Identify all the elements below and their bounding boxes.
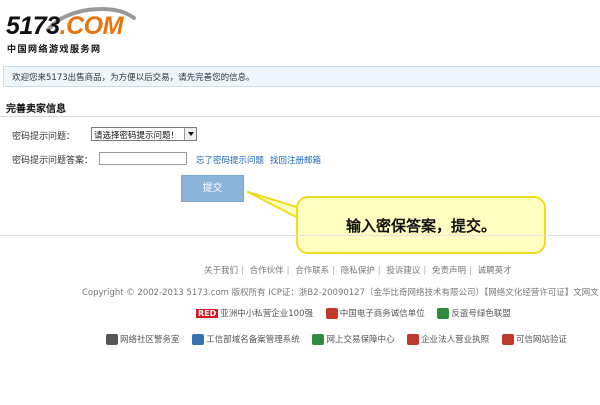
- welcome-notice-text: 欢迎您来5173出售商品，为方便以后交易，请先完善您的信息。: [12, 73, 255, 83]
- question-label: 密码提示问题：: [12, 132, 76, 142]
- recover-email-link[interactable]: 找回注册邮箱: [270, 154, 321, 166]
- footer-divider: [0, 235, 600, 236]
- footer-link-disclaimer[interactable]: 免责声明: [432, 266, 466, 276]
- footer-links: 关于我们 | 合作伙伴 | 合作联系 | 隐私保护 | 投诉建议 | 免责声明 | 诚聘英才: [204, 266, 512, 276]
- forgot-question-link[interactable]: 忘了密码提示问题: [196, 154, 264, 166]
- license-icon: [407, 334, 420, 345]
- callout-text: 输入密保答案，提交。: [345, 217, 496, 235]
- trusted-site-icon: [501, 334, 514, 345]
- footer-link-contact[interactable]: 合作联系: [295, 266, 329, 276]
- badge-ecommerce-trust[interactable]: 中国电子商务诚信单位: [325, 307, 425, 319]
- answer-label: 密码提示问题答案：: [12, 156, 94, 166]
- badge-police[interactable]: 网络社区警务室: [106, 333, 180, 345]
- welcome-notice: 欢迎您来5173出售商品，为方便以后交易，请先完善您的信息。: [3, 66, 600, 87]
- site-logo[interactable]: 5173.COM 中国网络游戏服务网: [4, 4, 136, 56]
- copyright-text: Copyright © 2002-2013 5173.com 版权所有 ICP证…: [82, 288, 599, 298]
- security-answer-input[interactable]: [99, 152, 187, 165]
- security-question-select[interactable]: 请选择密码提示问题！: [91, 127, 197, 141]
- badge-green-alliance[interactable]: 反盗号绿色联盟: [437, 307, 511, 319]
- ecommerce-trust-icon: [325, 308, 338, 319]
- police-icon: [106, 334, 118, 345]
- chevron-down-icon[interactable]: [184, 128, 196, 140]
- footer-link-privacy[interactable]: 隐私保护: [341, 266, 375, 276]
- submit-button[interactable]: 提交: [181, 175, 244, 202]
- badge-row-2: 网络社区警务室 工信部域名备案管理系统 网上交易保障中心 企业法人营业执照 可信…: [106, 333, 577, 345]
- badge-row-1: RED 亚洲中小私营企业100强 中国电子商务诚信单位 反盗号绿色联盟: [196, 307, 521, 319]
- badge-miit[interactable]: 工信部域名备案管理系统: [192, 333, 300, 345]
- badge-trade-guarantee[interactable]: 网上交易保障中心: [312, 333, 394, 345]
- security-question-value: 请选择密码提示问题！: [94, 131, 180, 141]
- callout-pointer-icon: [247, 191, 301, 219]
- logo-subtitle: 中国网络游戏服务网: [7, 45, 102, 55]
- page-title: 完善卖家信息: [6, 104, 66, 115]
- logo-wordmark: 5173.COM: [6, 12, 123, 40]
- badge-business-license[interactable]: 企业法人营业执照: [407, 333, 489, 345]
- trade-guarantee-icon: [312, 334, 325, 345]
- footer-link-partners[interactable]: 合作伙伴: [250, 266, 284, 276]
- badge-trusted-site[interactable]: 可信网站验证: [501, 333, 567, 345]
- footer-link-jobs[interactable]: 诚聘英才: [478, 266, 512, 276]
- red-tag-icon: RED: [196, 309, 219, 318]
- badge-asia-sme[interactable]: RED 亚洲中小私营企业100强: [196, 307, 313, 319]
- miit-icon: [192, 334, 205, 345]
- divider: [0, 116, 600, 117]
- green-alliance-icon: [437, 308, 450, 319]
- footer-link-about[interactable]: 关于我们: [204, 266, 238, 276]
- instruction-callout: 输入密保答案，提交。: [296, 196, 546, 254]
- footer-link-feedback[interactable]: 投诉建议: [386, 266, 420, 276]
